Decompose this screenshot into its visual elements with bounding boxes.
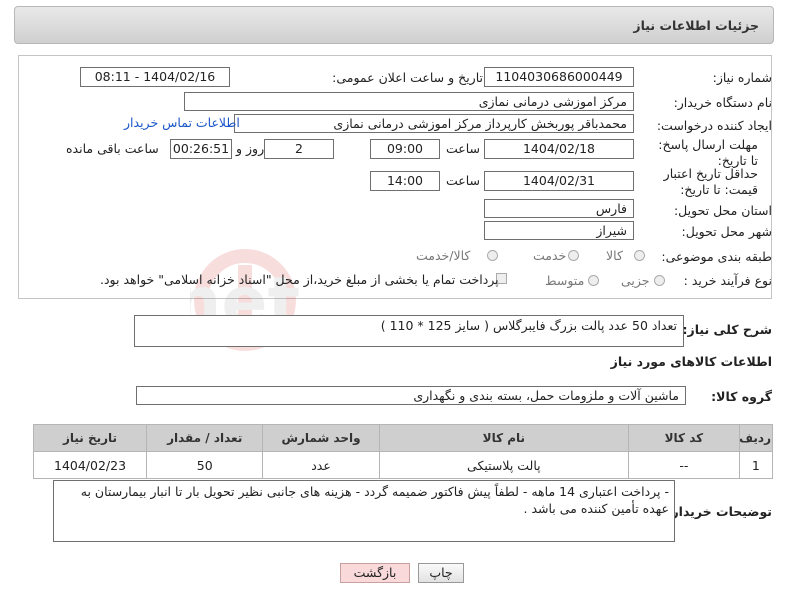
category-radio-goods[interactable]: [634, 250, 645, 261]
deadline-date-field: 1404/02/18: [484, 139, 634, 159]
goods-table: ردیف کد کالا نام کالا واحد شمارش تعداد /…: [32, 424, 774, 479]
back-button[interactable]: بازگشت: [340, 563, 410, 583]
col-qty: تعداد / مقدار: [146, 424, 264, 452]
cell-date: 1404/02/23: [32, 451, 148, 479]
province-label: استان محل تحویل:: [673, 203, 772, 218]
announce-field: 1404/02/16 - 08:11: [80, 67, 230, 87]
buyer-org-field: مرکز اموزشی درمانی نمازی: [184, 92, 634, 111]
category-label: طبقه بندی موضوعی:: [661, 249, 772, 264]
price-validity-time-label: ساعت: [446, 173, 481, 188]
cell-code: --: [627, 451, 740, 479]
print-button[interactable]: چاپ: [418, 563, 464, 583]
creator-field: محمدباقر پوربخش کارپرداز مرکز اموزشی درم…: [234, 114, 634, 133]
category-option-service: خدمت: [533, 248, 567, 263]
announce-label: تاریخ و ساعت اعلان عمومی:: [332, 70, 483, 85]
col-row: ردیف: [738, 424, 774, 452]
process-radio-minor[interactable]: [654, 275, 665, 286]
col-unit: واحد شمارش: [262, 424, 380, 452]
page-header: جزئیات اطلاعات نیاز: [14, 6, 774, 44]
category-option-goods-service: کالا/خدمت: [416, 248, 471, 263]
buyer-notes-label: توضیحات خریدار:: [666, 504, 772, 519]
goods-table-header: ردیف کد کالا نام کالا واحد شمارش تعداد /…: [32, 424, 774, 452]
cell-unit: عدد: [262, 451, 380, 479]
deadline-time-field: 09:00: [370, 139, 440, 159]
goods-group-label: گروه کالا:: [711, 389, 772, 404]
price-validity-time-field: 14:00: [370, 171, 440, 191]
remaining-time-label: ساعت باقی مانده: [66, 141, 159, 156]
buyer-notes-field: - پرداخت اعتباری 14 ماهه - لطفاً پیش فاک…: [53, 480, 675, 542]
process-option-minor: جزیی: [621, 273, 650, 288]
category-radio-service[interactable]: [568, 250, 579, 261]
col-name: نام کالا: [378, 424, 629, 452]
city-field: شیراز: [484, 221, 634, 240]
treasury-payment-note: پرداخت تمام یا بخشی از مبلغ خرید،از محل …: [100, 272, 499, 287]
page-title: جزئیات اطلاعات نیاز: [633, 18, 759, 33]
col-code: کد کالا: [627, 424, 740, 452]
province-field: فارس: [484, 199, 634, 218]
goods-group-field: ماشین آلات و ملزومات حمل، بسته بندی و نگ…: [136, 386, 686, 405]
process-label: نوع فرآیند خرید :: [683, 273, 772, 288]
deadline-time-label: ساعت: [446, 141, 481, 156]
buyer-notes-text: - پرداخت اعتباری 14 ماهه - لطفاً پیش فاک…: [80, 484, 669, 516]
deadline-label: مهلت ارسال پاسخ: تا تاریخ:: [658, 137, 758, 168]
days-label: روز و: [236, 141, 265, 156]
category-option-goods: کالا: [606, 248, 623, 263]
price-validity-label: حداقل تاریخ اعتبار قیمت: تا تاریخ:: [663, 166, 758, 197]
remaining-time-field: 00:26:51: [170, 139, 232, 159]
need-number-field: 1104030686000449: [484, 67, 634, 87]
table-row: 1 -- پالت پلاستیکی عدد 50 1404/02/23: [32, 451, 774, 479]
city-label: شهر محل تحویل:: [681, 224, 772, 239]
goods-section-title: اطلاعات کالاهای مورد نیاز: [610, 354, 772, 369]
creator-label: ایجاد کننده درخواست:: [656, 118, 772, 133]
buyer-contact-link[interactable]: اطلاعات تماس خریدار: [124, 115, 240, 130]
process-option-medium: متوسط: [545, 273, 585, 288]
cell-row: 1: [738, 451, 774, 479]
category-radio-goods-service[interactable]: [487, 250, 498, 261]
col-date: تاریخ نیاز: [32, 424, 148, 452]
cell-qty: 50: [146, 451, 264, 479]
need-number-label: شماره نیاز:: [712, 70, 772, 85]
description-label: شرح کلی نیاز:: [682, 322, 772, 337]
description-field: تعداد 50 عدد پالت بزرگ فایبرگلاس ( سایز …: [134, 315, 684, 347]
description-text: تعداد 50 عدد پالت بزرگ فایبرگلاس ( سایز …: [380, 318, 677, 333]
buyer-org-label: نام دستگاه خریدار:: [673, 95, 772, 110]
days-field: 2: [264, 139, 334, 159]
cell-name: پالت پلاستیکی: [378, 451, 629, 479]
price-validity-date-field: 1404/02/31: [484, 171, 634, 191]
process-radio-medium[interactable]: [588, 275, 599, 286]
